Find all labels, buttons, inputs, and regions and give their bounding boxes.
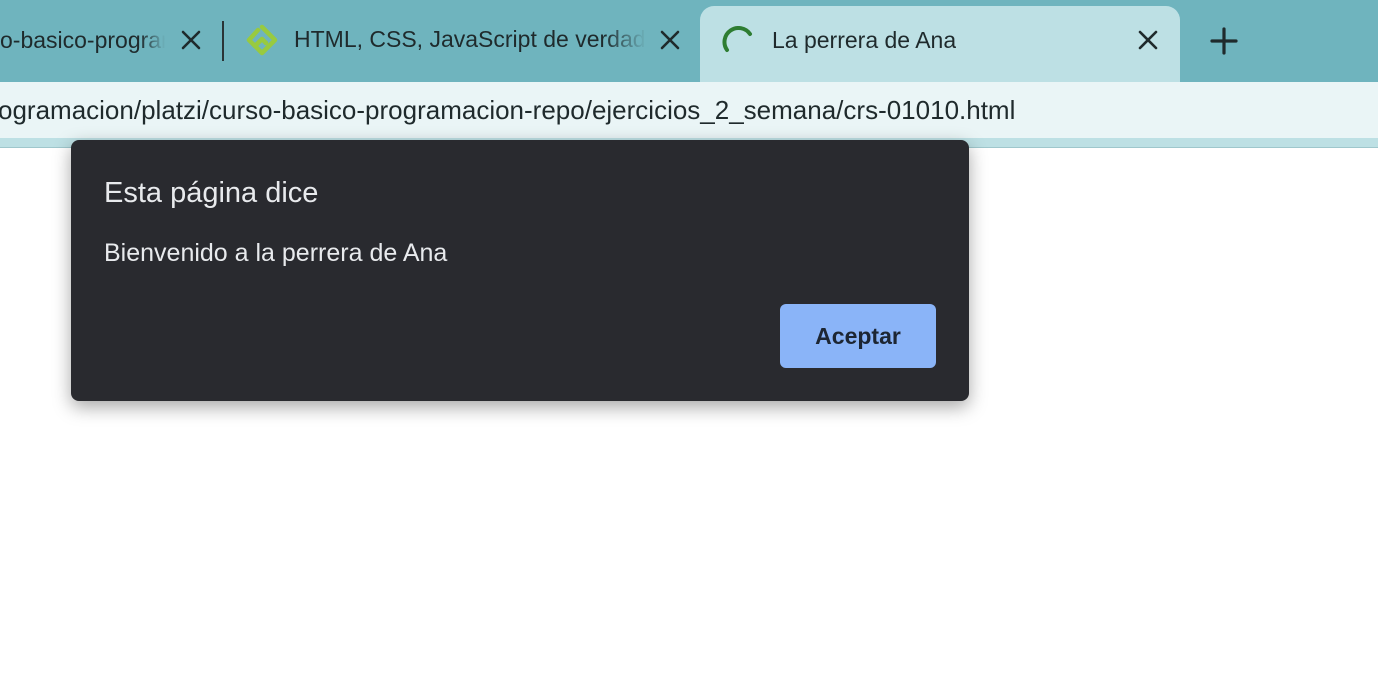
platzi-logo-icon: [246, 24, 278, 56]
tab-platzi-html-css-js[interactable]: HTML, CSS, JavaScript de verdad: [224, 6, 698, 74]
tab-title: o-basico-programacion-repo: [0, 26, 165, 53]
tab-title: HTML, CSS, JavaScript de verdad: [294, 26, 646, 52]
accept-button[interactable]: Aceptar: [780, 304, 936, 368]
tab-title: La perrera de Ana: [772, 27, 957, 53]
new-tab-button[interactable]: [1208, 25, 1240, 57]
url-text[interactable]: ogramacion/platzi/curso-basico-programac…: [0, 95, 1015, 126]
tab-curso-basico-repo[interactable]: o-basico-programacion-repo: [0, 6, 222, 74]
plus-icon: [1208, 27, 1240, 61]
close-tab-icon[interactable]: [180, 29, 202, 51]
alert-dialog: Esta página dice Bienvenido a la perrera…: [71, 140, 969, 401]
tab-la-perrera-de-ana[interactable]: La perrera de Ana: [700, 6, 1180, 82]
address-bar[interactable]: ogramacion/platzi/curso-basico-programac…: [0, 82, 1378, 138]
loading-spinner-icon: [722, 26, 756, 60]
browser-toolbar: ogramacion/platzi/curso-basico-programac…: [0, 82, 1378, 138]
tab-strip: o-basico-programacion-repo HTML, CSS, Ja…: [0, 0, 1378, 82]
close-tab-icon[interactable]: [659, 29, 681, 51]
dialog-heading: Esta página dice: [104, 177, 319, 209]
close-tab-icon[interactable]: [1137, 29, 1159, 51]
dialog-message: Bienvenido a la perrera de Ana: [104, 239, 448, 267]
